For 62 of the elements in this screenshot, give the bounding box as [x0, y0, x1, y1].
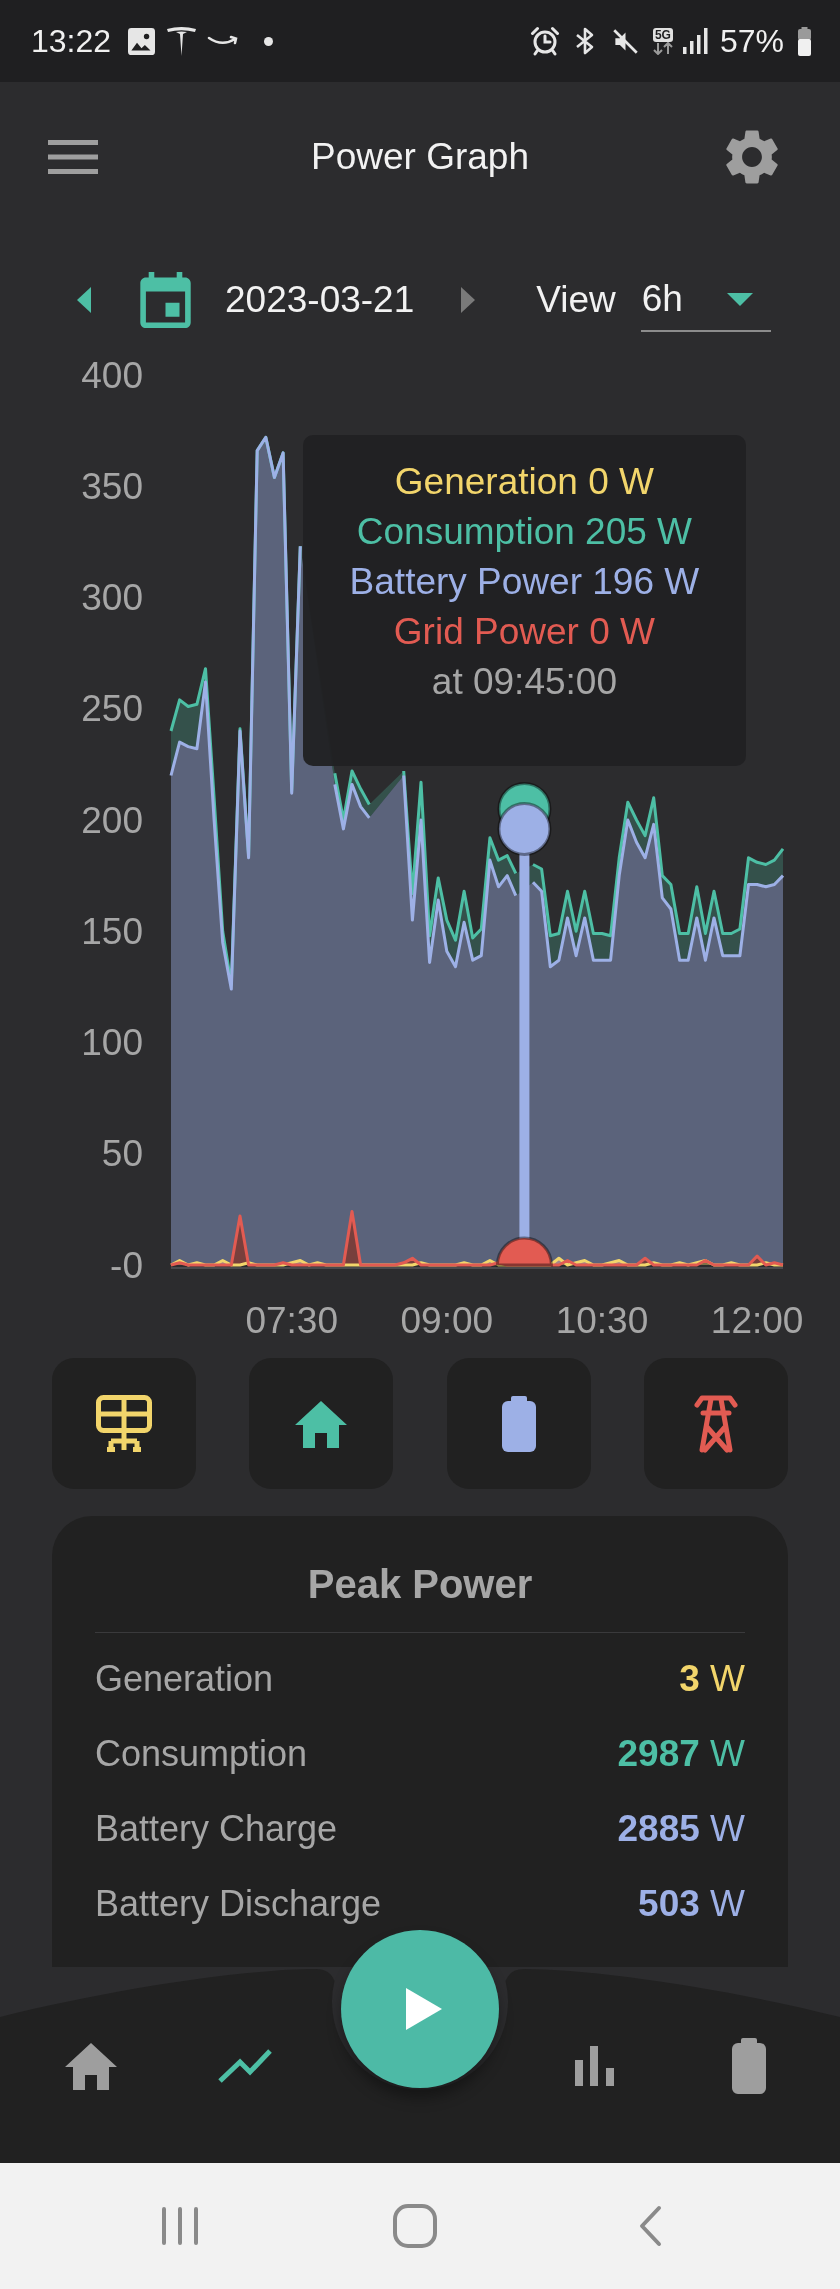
peak-label: Battery Charge [95, 1807, 338, 1850]
peak-label: Generation [95, 1657, 274, 1700]
grid-toggle-button[interactable] [644, 1358, 788, 1489]
battery-percent: 57% [719, 22, 784, 60]
data-arrows-icon [650, 41, 675, 55]
date-label: 2023-03-21 [225, 279, 415, 321]
tooltip-line: Grid Power 0 W [393, 610, 655, 654]
network-type-badge: 5G [652, 27, 673, 42]
smile-arrow-icon [207, 35, 240, 47]
y-axis-label: 200 [81, 799, 143, 841]
x-axis-label: 10:30 [555, 1299, 649, 1340]
consumption-toggle-button[interactable] [249, 1358, 394, 1489]
t-logo-icon [167, 26, 197, 56]
y-axis-label: 100 [81, 1022, 143, 1063]
peak-label: Battery Discharge [95, 1882, 382, 1925]
recent-apps-icon [160, 2206, 199, 2246]
tooltip-line: Generation 0 W [394, 460, 654, 504]
battery-toggle-button[interactable] [446, 1358, 591, 1489]
battery-icon [732, 2038, 766, 2094]
x-axis-label: 07:30 [245, 1299, 338, 1340]
tooltip-line: Consumption 205 W [356, 510, 692, 554]
caret-left-icon [77, 287, 91, 313]
tooltip-line: Battery Power 196 W [349, 560, 700, 604]
menu-icon [48, 140, 98, 174]
y-axis-label: 400 [81, 354, 143, 396]
caret-down-icon [726, 292, 753, 306]
y-axis-label: 250 [81, 688, 143, 730]
peak-value: 503 W [638, 1882, 745, 1925]
card-title: Peak Power [306, 1561, 534, 1608]
menu-button[interactable] [48, 140, 98, 174]
y-axis-label: 150 [81, 910, 143, 952]
peak-value: 2987 W [617, 1732, 745, 1775]
trend-line-icon [217, 2048, 273, 2084]
solar-toggle-button[interactable] [52, 1358, 196, 1489]
view-select[interactable]: 6h [640, 268, 771, 332]
y-axis-label: 350 [81, 465, 143, 507]
battery-status-icon [798, 26, 811, 56]
notification-dot-icon [264, 36, 274, 46]
alarm-icon [529, 26, 560, 56]
x-axis-label: 12:00 [710, 1299, 804, 1340]
image-icon [128, 27, 156, 55]
y-axis-label: 300 [81, 577, 143, 618]
play-icon [406, 1988, 442, 2030]
peak-value: 2885 W [617, 1807, 745, 1850]
caret-right-icon [461, 287, 476, 313]
calendar-icon[interactable] [140, 272, 191, 328]
tooltip-time: at 09:45:00 [431, 660, 617, 704]
peak-value: 3 W [679, 1657, 745, 1700]
y-axis-label: 50 [101, 1133, 143, 1175]
house-icon [64, 2042, 118, 2090]
status-time: 13:22 [31, 22, 112, 60]
home-square-icon [392, 2204, 437, 2248]
signal-icon [682, 28, 708, 54]
settings-icon [725, 130, 779, 184]
x-axis-label: 09:00 [400, 1299, 494, 1340]
bar-chart-icon [575, 2046, 615, 2086]
settings-button[interactable] [725, 130, 779, 184]
y-axis-label: -0 [110, 1244, 143, 1286]
mute-icon [611, 27, 639, 55]
page-title: Power Graph [311, 136, 529, 178]
peak-label: Consumption [95, 1732, 308, 1775]
view-label: View [536, 279, 616, 321]
